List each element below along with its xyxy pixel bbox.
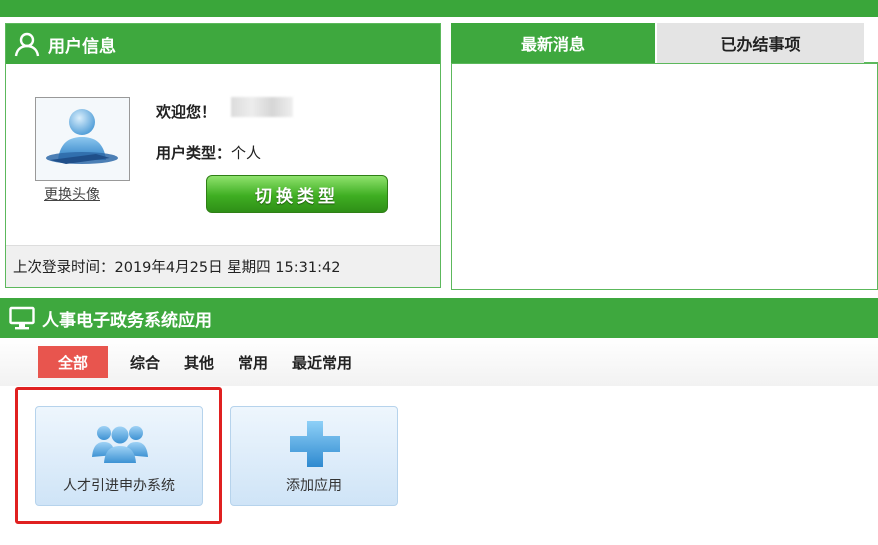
add-app-card[interactable]: 添加应用	[230, 406, 398, 506]
user-info-panel: 用户信息 更换头像 欢迎您！ 用户类型：个人 切换类型 上次登录时间：2019年…	[5, 23, 441, 288]
welcome-label: 欢迎您！	[156, 103, 217, 121]
filter-recently-used[interactable]: 最近常用	[292, 352, 352, 373]
change-avatar-link[interactable]: 更换头像	[44, 184, 100, 204]
switch-type-button[interactable]: 切换类型	[206, 175, 388, 213]
apps-title: 人事电子政务系统应用	[42, 310, 212, 331]
tab-latest-messages[interactable]: 最新消息	[451, 23, 655, 63]
filter-common[interactable]: 常用	[238, 352, 268, 373]
messages-content	[451, 63, 878, 290]
apps-header: 人事电子政务系统应用	[0, 298, 878, 338]
avatar[interactable]	[35, 97, 130, 181]
user-info-title: 用户信息	[48, 36, 116, 57]
user-type-row: 用户类型：个人	[156, 142, 261, 163]
app-filter-bar: 全部 综合 其他 常用 最近常用	[0, 338, 878, 386]
app-card-label: 添加应用	[286, 478, 342, 494]
plus-icon	[290, 421, 340, 467]
filter-other[interactable]: 其他	[184, 352, 214, 373]
user-type-label: 用户类型：	[156, 144, 232, 162]
default-avatar-icon	[46, 109, 118, 164]
highlight-box	[15, 387, 222, 524]
tab-completed-items[interactable]: 已办结事项	[657, 23, 864, 63]
tab-strip-filler	[864, 23, 878, 63]
filter-all[interactable]: 全部	[38, 346, 108, 378]
last-login-time: 上次登录时间：2019年4月25日 星期四 15:31:42	[6, 245, 440, 287]
messages-tabs: 最新消息 已办结事项	[451, 23, 878, 63]
user-info-header: 用户信息	[6, 24, 440, 64]
user-icon	[14, 32, 40, 57]
filter-comprehensive[interactable]: 综合	[130, 352, 160, 373]
top-banner-bar	[0, 0, 878, 17]
messages-panel: 最新消息 已办结事项	[451, 23, 878, 290]
redacted-username	[231, 97, 293, 117]
monitor-icon	[9, 306, 35, 330]
user-type-value: 个人	[231, 144, 262, 162]
